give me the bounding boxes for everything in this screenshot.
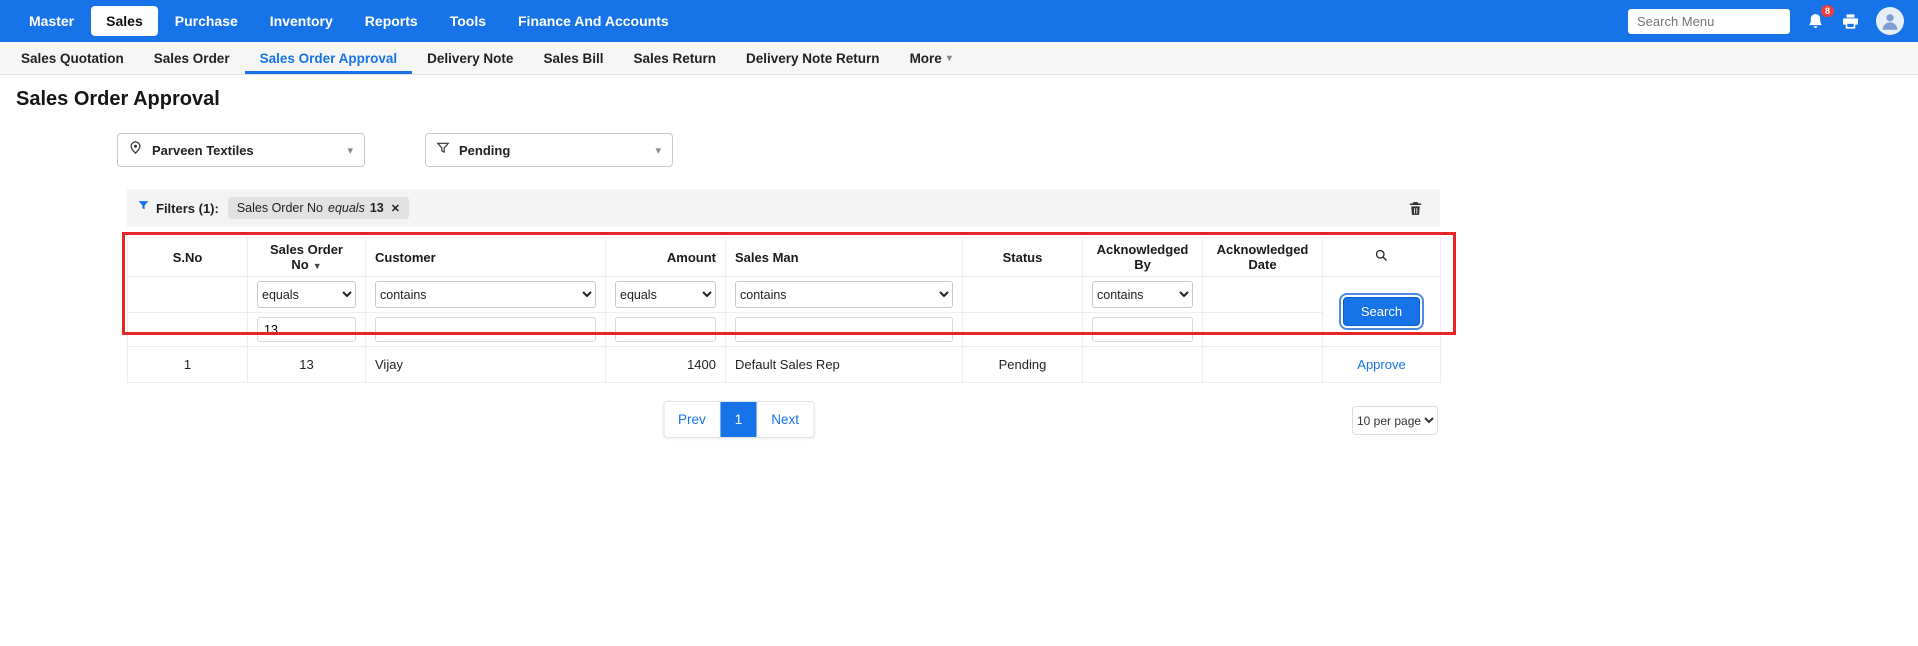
nav-master[interactable]: Master xyxy=(14,6,89,36)
status-selector-value: Pending xyxy=(459,143,510,158)
subnav-delivery-note-return[interactable]: Delivery Note Return xyxy=(731,42,895,74)
filters-count-label: Filters (1): xyxy=(156,201,219,216)
company-selector[interactable]: Parveen Textiles ▾ xyxy=(117,133,365,167)
subnav-sales-bill[interactable]: Sales Bill xyxy=(528,42,618,74)
main-menu: Master Sales Purchase Inventory Reports … xyxy=(14,6,684,36)
sort-descending-icon[interactable]: ▼ xyxy=(313,261,322,271)
subnav-sales-order-approval[interactable]: Sales Order Approval xyxy=(245,42,413,74)
col-header-customer: Customer xyxy=(366,238,606,277)
subnav-delivery-note[interactable]: Delivery Note xyxy=(412,42,528,74)
col-header-sales-man: Sales Man xyxy=(726,238,963,277)
cell-status: Pending xyxy=(963,347,1083,383)
cell-acknowledged-date xyxy=(1203,347,1323,383)
company-selector-value: Parveen Textiles xyxy=(152,143,254,158)
customer-operator-select[interactable]: contains xyxy=(375,281,596,308)
chevron-down-icon: ▾ xyxy=(655,144,661,157)
sales-man-filter-input[interactable] xyxy=(735,317,953,342)
filter-chip-close-icon[interactable]: ✕ xyxy=(391,202,400,215)
pagination-row: Prev 1 Next 10 per page xyxy=(127,401,1440,443)
pagination: Prev 1 Next xyxy=(663,401,814,438)
print-icon[interactable] xyxy=(1841,12,1860,31)
approve-link[interactable]: Approve xyxy=(1357,357,1405,372)
subnav-more[interactable]: More ▾ xyxy=(895,42,967,74)
nav-reports[interactable]: Reports xyxy=(350,6,433,36)
notifications-bell-icon[interactable]: 8 xyxy=(1806,12,1825,31)
approval-table-container: S.No Sales Order No▼ Customer Amount Sal… xyxy=(127,237,1440,383)
acknowledged-by-operator-select[interactable]: contains xyxy=(1092,281,1193,308)
acknowledged-by-filter-input[interactable] xyxy=(1092,317,1193,342)
cell-sno: 1 xyxy=(128,347,248,383)
nav-inventory[interactable]: Inventory xyxy=(255,6,348,36)
search-button[interactable]: Search xyxy=(1343,297,1420,326)
filter-operator-row: equals contains equals contains contains xyxy=(128,277,1441,313)
notification-count-badge: 8 xyxy=(1821,5,1834,17)
filter-chip-operator: equals xyxy=(328,201,365,215)
nav-sales[interactable]: Sales xyxy=(91,6,158,36)
pagination-prev-button[interactable]: Prev xyxy=(664,402,721,437)
chevron-down-icon: ▾ xyxy=(347,144,353,157)
col-header-sno: S.No xyxy=(128,238,248,277)
pagination-next-button[interactable]: Next xyxy=(757,402,813,437)
nav-tools[interactable]: Tools xyxy=(435,6,501,36)
customer-filter-input[interactable] xyxy=(375,317,596,342)
cell-sales-order-no: 13 xyxy=(248,347,366,383)
approval-table: S.No Sales Order No▼ Customer Amount Sal… xyxy=(127,237,1441,383)
pagination-page-1-button[interactable]: 1 xyxy=(721,402,758,437)
col-header-amount: Amount xyxy=(606,238,726,277)
search-menu-input[interactable] xyxy=(1628,9,1790,34)
sales-order-no-filter-input[interactable] xyxy=(257,317,356,342)
table-row: 1 13 Vijay 1400 Default Sales Rep Pendin… xyxy=(128,347,1441,383)
user-avatar[interactable] xyxy=(1876,7,1904,35)
sales-man-operator-select[interactable]: contains xyxy=(735,281,953,308)
status-selector[interactable]: Pending ▾ xyxy=(425,133,673,167)
cell-customer: Vijay xyxy=(366,347,606,383)
col-header-status: Status xyxy=(963,238,1083,277)
filter-chip[interactable]: Sales Order No equals 13 ✕ xyxy=(228,197,409,219)
filter-chip-value: 13 xyxy=(370,201,384,215)
sales-order-no-operator-select[interactable]: equals xyxy=(257,281,356,308)
col-header-acknowledged-by: Acknowledged By xyxy=(1083,238,1203,277)
filter-chip-field: Sales Order No xyxy=(237,201,323,215)
col-header-search xyxy=(1323,238,1441,277)
subnav-sales-quotation[interactable]: Sales Quotation xyxy=(6,42,139,74)
filter-funnel-icon xyxy=(137,199,150,217)
clear-filters-trash-icon[interactable] xyxy=(1407,200,1424,217)
filter-funnel-icon xyxy=(436,141,450,160)
location-pin-icon xyxy=(128,140,143,160)
sales-order-approval-panel: Filters (1): Sales Order No equals 13 ✕ … xyxy=(127,189,1440,443)
table-header-row: S.No Sales Order No▼ Customer Amount Sal… xyxy=(128,238,1441,277)
chevron-down-icon: ▾ xyxy=(947,53,952,64)
col-header-acknowledged-date: Acknowledged Date xyxy=(1203,238,1323,277)
filter-value-row xyxy=(128,313,1441,347)
page-title: Sales Order Approval xyxy=(0,75,1918,115)
topbar-right-controls: 8 xyxy=(1628,7,1904,35)
cell-sales-man: Default Sales Rep xyxy=(726,347,963,383)
nav-purchase[interactable]: Purchase xyxy=(160,6,253,36)
sales-sub-navigation: Sales Quotation Sales Order Sales Order … xyxy=(0,42,1918,75)
amount-filter-input[interactable] xyxy=(615,317,716,342)
active-filters-bar: Filters (1): Sales Order No equals 13 ✕ xyxy=(127,189,1440,227)
col-header-sales-order-no[interactable]: Sales Order No▼ xyxy=(248,238,366,277)
top-navigation-bar: Master Sales Purchase Inventory Reports … xyxy=(0,0,1918,42)
per-page-select[interactable]: 10 per page xyxy=(1352,406,1438,435)
subnav-sales-return[interactable]: Sales Return xyxy=(618,42,731,74)
search-icon xyxy=(1374,251,1389,266)
cell-acknowledged-by xyxy=(1083,347,1203,383)
cell-amount: 1400 xyxy=(606,347,726,383)
filter-selectors: Parveen Textiles ▾ Pending ▾ xyxy=(117,133,1918,167)
nav-finance-and-accounts[interactable]: Finance And Accounts xyxy=(503,6,684,36)
subnav-sales-order[interactable]: Sales Order xyxy=(139,42,245,74)
amount-operator-select[interactable]: equals xyxy=(615,281,716,308)
